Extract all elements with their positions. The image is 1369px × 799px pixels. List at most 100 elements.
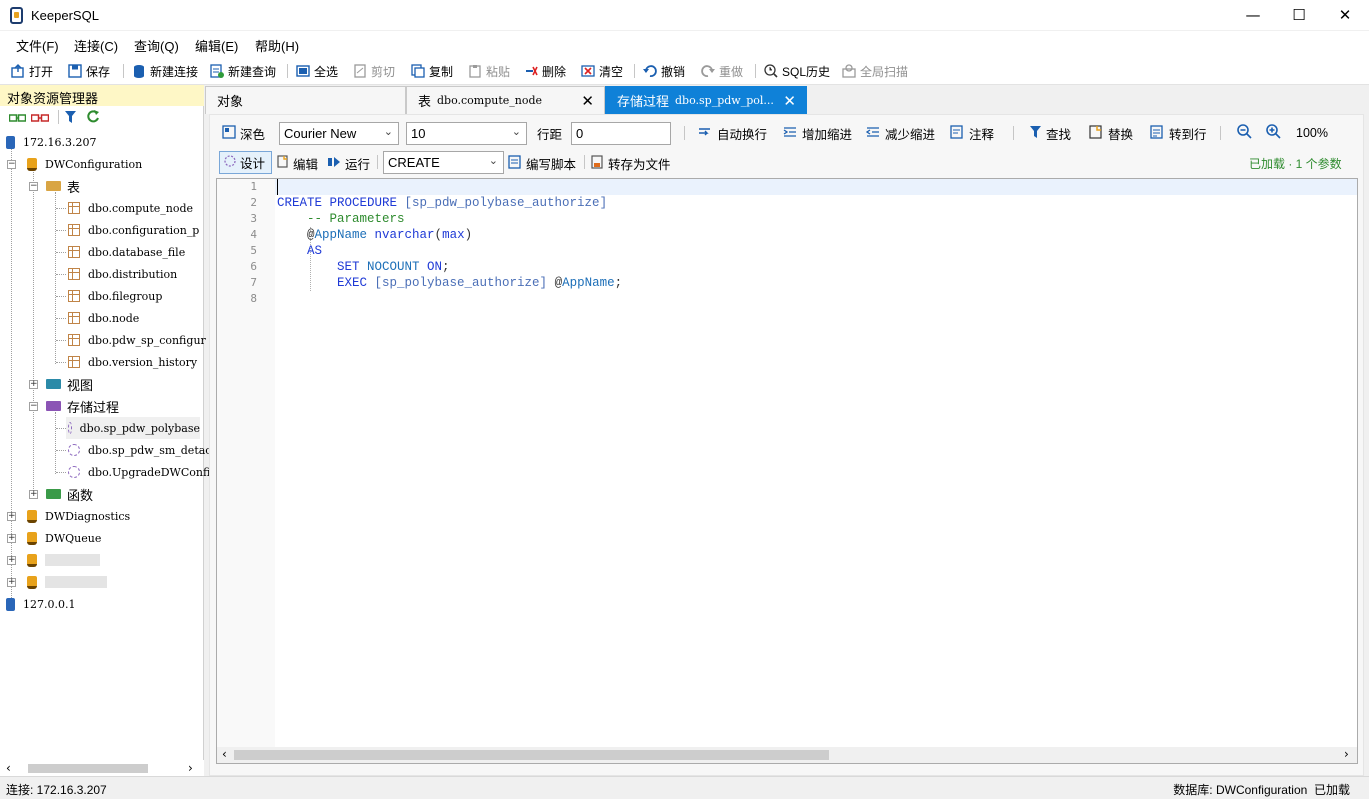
tree-folder-procedures[interactable]: 存储过程 — [46, 395, 119, 417]
design-mode-button[interactable]: 设计 — [219, 151, 272, 174]
tree-db-dwqueue[interactable]: DWQueue — [27, 527, 101, 549]
expander-expand[interactable]: + — [7, 512, 16, 521]
refresh-icon[interactable] — [86, 109, 100, 126]
tree-proc-item[interactable]: dbo.UpgradeDWConfig — [68, 461, 217, 483]
scroll-thumb[interactable] — [28, 764, 148, 773]
table-icon — [68, 290, 80, 302]
tree-table-item[interactable]: dbo.distribution — [68, 263, 177, 285]
redo-button[interactable]: 重做 — [701, 62, 743, 80]
tree-proc-item[interactable]: dbo.sp_pdw_sm_detac — [68, 439, 211, 461]
expander-expand[interactable]: + — [7, 578, 16, 587]
tree-db-dwdiagnostics[interactable]: DWDiagnostics — [27, 505, 130, 527]
tab-objects[interactable]: 对象 — [205, 86, 406, 114]
copy-button[interactable]: 复制 — [411, 62, 453, 80]
dark-theme-toggle[interactable]: 深色 — [222, 121, 265, 145]
tree-folder-functions[interactable]: 函数 — [46, 483, 93, 505]
close-button[interactable]: ✕ — [1322, 0, 1368, 31]
clear-button[interactable]: 清空 — [581, 62, 623, 80]
font-size-select[interactable]: 10 ⌄ — [406, 122, 527, 145]
menu-connect[interactable]: 连接(C) — [74, 36, 118, 55]
options-separator — [377, 155, 378, 169]
tree-server-172[interactable]: 172.16.3.207 — [6, 131, 96, 153]
tree-label: dbo.filegroup — [88, 289, 163, 303]
code-token: nvarchar — [367, 228, 435, 242]
tab-close-icon[interactable]: ✕ — [783, 92, 796, 110]
tree-table-item[interactable]: dbo.database_file — [68, 241, 185, 263]
comment-button[interactable]: 注释 — [950, 121, 994, 145]
tree-table-item[interactable]: dbo.version_history — [68, 351, 197, 373]
scroll-thumb[interactable] — [234, 750, 829, 760]
explorer-hscrollbar[interactable]: ‹ › — [0, 760, 204, 776]
filter-icon[interactable] — [65, 111, 76, 126]
delete-button[interactable]: 删除 — [524, 62, 566, 80]
write-script-button[interactable]: 编写脚本 — [508, 151, 576, 175]
tree-table-item[interactable]: dbo.filegroup — [68, 285, 162, 307]
expander-collapse[interactable]: − — [29, 182, 38, 191]
new-query-button[interactable]: 新建查询 — [210, 62, 276, 80]
line-spacing-input[interactable]: 0 — [571, 122, 671, 145]
tree-proc-item[interactable]: dbo.sp_pdw_polybase — [66, 417, 200, 439]
maximize-button[interactable]: ☐ — [1276, 0, 1322, 31]
expander-collapse[interactable]: − — [7, 160, 16, 169]
disconnect-icon[interactable] — [30, 112, 50, 126]
expander-expand[interactable]: + — [7, 534, 16, 543]
undo-button[interactable]: 撤销 — [643, 62, 685, 80]
scroll-left-arrow-icon[interactable]: ‹ — [6, 761, 11, 775]
expander-expand[interactable]: + — [29, 490, 38, 499]
tree-table-item[interactable]: dbo.pdw_sp_configur — [68, 329, 206, 351]
tab-procedure[interactable]: 存储过程 dbo.sp_pdw_pol... ✕ — [605, 86, 807, 114]
find-button[interactable]: 查找 — [1030, 121, 1071, 145]
run-label: 运行 — [345, 157, 371, 172]
word-wrap-button[interactable]: 自动换行 — [698, 121, 767, 145]
run-button[interactable]: 运行 — [327, 151, 370, 175]
tree-server-localhost[interactable]: 127.0.0.1 — [6, 593, 75, 615]
tree-db-redacted[interactable] — [27, 549, 100, 571]
dark-label: 深色 — [240, 127, 266, 142]
tab-name: dbo.sp_pdw_pol... — [675, 94, 774, 107]
mode-select[interactable]: CREATE ⌄ — [383, 151, 504, 174]
tree-folder-views[interactable]: 视图 — [46, 373, 93, 395]
menu-edit[interactable]: 编辑(E) — [195, 36, 238, 55]
goto-line-button[interactable]: 转到行 — [1150, 121, 1207, 145]
connect-icon[interactable] — [8, 112, 27, 126]
replace-button[interactable]: 替换 — [1089, 121, 1133, 145]
zoom-out-button[interactable] — [1237, 121, 1252, 145]
tree-folder-tables[interactable]: 表 — [46, 175, 80, 197]
menu-query[interactable]: 查询(Q) — [134, 36, 179, 55]
tree-table-item[interactable]: dbo.node — [68, 307, 139, 329]
tab-table-compute-node[interactable]: 表 dbo.compute_node ✕ — [406, 86, 605, 114]
tree-table-item[interactable]: dbo.configuration_p — [68, 219, 199, 241]
tree-db-redacted[interactable] — [27, 571, 107, 593]
expander-collapse[interactable]: − — [29, 402, 38, 411]
minimize-button[interactable]: — — [1230, 0, 1276, 31]
save-button[interactable]: 保存 — [68, 62, 110, 80]
scroll-right-arrow-icon[interactable]: › — [1344, 747, 1349, 761]
select-all-button[interactable]: 全选 — [296, 62, 338, 80]
outdent-button[interactable]: 减少缩进 — [865, 121, 935, 145]
indent-button[interactable]: 增加缩进 — [783, 121, 852, 145]
zoom-in-button[interactable] — [1266, 121, 1281, 145]
server-icon — [6, 597, 15, 611]
sql-code-editor[interactable]: 1 2 3 4 5 6 7 8 CREATE PROCEDURE [sp_pdw… — [216, 178, 1358, 764]
scroll-right-arrow-icon[interactable]: › — [188, 761, 193, 775]
cut-button[interactable]: 剪切 — [353, 62, 395, 80]
save-to-file-button[interactable]: 转存为文件 — [591, 151, 671, 175]
paste-button[interactable]: 粘贴 — [468, 62, 510, 80]
tab-close-icon[interactable]: ✕ — [581, 92, 594, 110]
code-token: NOCOUNT — [367, 260, 428, 274]
code-hscrollbar[interactable]: ‹ › — [217, 747, 1357, 763]
expander-expand[interactable]: + — [29, 380, 38, 389]
menu-file[interactable]: 文件(F) — [16, 36, 59, 55]
menu-help[interactable]: 帮助(H) — [255, 36, 299, 55]
edit-mode-button[interactable]: 编辑 — [277, 151, 318, 175]
scroll-left-arrow-icon[interactable]: ‹ — [222, 747, 227, 761]
expander-expand[interactable]: + — [7, 556, 16, 565]
global-scan-button[interactable]: 全局扫描 — [842, 62, 908, 80]
code-token: @ — [547, 276, 563, 290]
new-connection-button[interactable]: 新建连接 — [132, 62, 198, 80]
tree-db-dwconfiguration[interactable]: DWConfiguration — [27, 153, 142, 175]
tree-table-item[interactable]: dbo.compute_node — [68, 197, 193, 219]
sql-history-button[interactable]: SQL历史 — [764, 62, 830, 80]
font-select[interactable]: Courier New ⌄ — [279, 122, 399, 145]
open-button[interactable]: 打开 — [11, 62, 53, 80]
